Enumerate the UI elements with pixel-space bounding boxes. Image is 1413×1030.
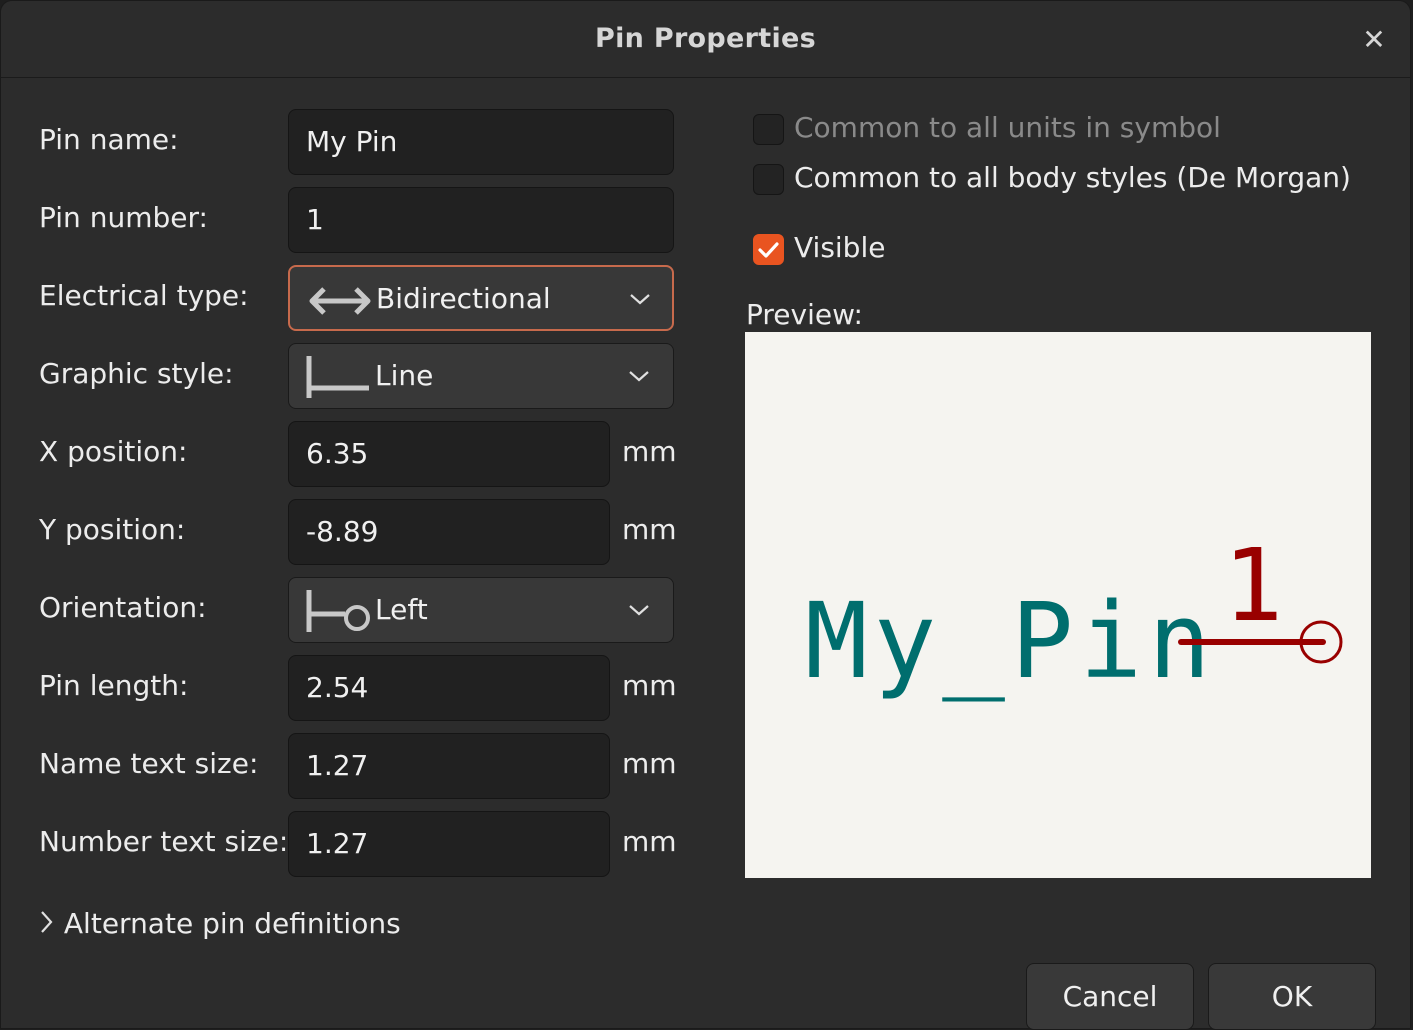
bidirectional-arrow-icon: [306, 277, 372, 325]
pin-length-input[interactable]: 2.54: [288, 655, 610, 721]
chevron-down-icon: [627, 600, 651, 624]
y-position-input[interactable]: -8.89: [288, 499, 610, 565]
number-text-size-input[interactable]: 1.27: [288, 811, 610, 877]
pin-preview-canvas: My_Pin 1: [745, 332, 1371, 878]
electrical-type-value: Bidirectional: [376, 282, 551, 315]
preview-label: Preview:: [746, 298, 863, 331]
pin-name-label: Pin name:: [39, 123, 179, 156]
close-icon: ✕: [1362, 23, 1386, 56]
close-button[interactable]: ✕: [1359, 25, 1389, 55]
electrical-type-label: Electrical type:: [39, 279, 249, 312]
number-text-size-label: Number text size:: [39, 825, 289, 858]
preview-pin-name: My_Pin: [805, 580, 1217, 702]
graphic-style-value: Line: [375, 359, 434, 392]
cancel-button[interactable]: Cancel: [1026, 963, 1194, 1030]
pin-number-label: Pin number:: [39, 201, 208, 234]
common-units-checkbox[interactable]: [753, 114, 784, 145]
line-style-icon: [305, 354, 371, 404]
name-text-size-input[interactable]: 1.27: [288, 733, 610, 799]
visible-checkbox[interactable]: [753, 234, 784, 265]
number-text-size-unit: mm: [622, 825, 677, 858]
common-units-label: Common to all units in symbol: [794, 111, 1221, 144]
name-text-size-label: Name text size:: [39, 747, 259, 780]
ok-button[interactable]: OK: [1208, 963, 1376, 1030]
pin-properties-dialog: Pin Properties ✕ Pin name: My Pin Pin nu…: [0, 0, 1411, 1030]
pin-number-input[interactable]: 1: [288, 187, 674, 253]
y-position-label: Y position:: [39, 513, 186, 546]
chevron-down-icon: [628, 289, 652, 313]
common-body-styles-checkbox[interactable]: [753, 164, 784, 195]
visible-label: Visible: [794, 231, 886, 264]
pin-length-label: Pin length:: [39, 669, 189, 702]
alternate-pin-definitions-expander[interactable]: Alternate pin definitions: [39, 907, 401, 940]
alternate-pin-definitions-label: Alternate pin definitions: [63, 907, 401, 940]
x-position-unit: mm: [622, 435, 677, 468]
pin-name-input[interactable]: My Pin: [288, 109, 674, 175]
graphic-style-label: Graphic style:: [39, 357, 234, 390]
orientation-label: Orientation:: [39, 591, 207, 624]
orientation-select[interactable]: Left: [288, 577, 674, 643]
preview-pin-number: 1: [1223, 527, 1283, 644]
pin-length-unit: mm: [622, 669, 677, 702]
title-bar: Pin Properties ✕: [1, 1, 1410, 78]
x-position-label: X position:: [39, 435, 188, 468]
name-text-size-unit: mm: [622, 747, 677, 780]
chevron-right-icon: [39, 907, 64, 940]
orientation-left-icon: [305, 588, 371, 638]
orientation-value: Left: [375, 593, 428, 626]
common-body-styles-label: Common to all body styles (De Morgan): [794, 161, 1351, 194]
electrical-type-select[interactable]: Bidirectional: [288, 265, 674, 331]
dialog-title: Pin Properties: [594, 23, 817, 54]
chevron-down-icon: [627, 366, 651, 390]
y-position-unit: mm: [622, 513, 677, 546]
x-position-input[interactable]: 6.35: [288, 421, 610, 487]
graphic-style-select[interactable]: Line: [288, 343, 674, 409]
